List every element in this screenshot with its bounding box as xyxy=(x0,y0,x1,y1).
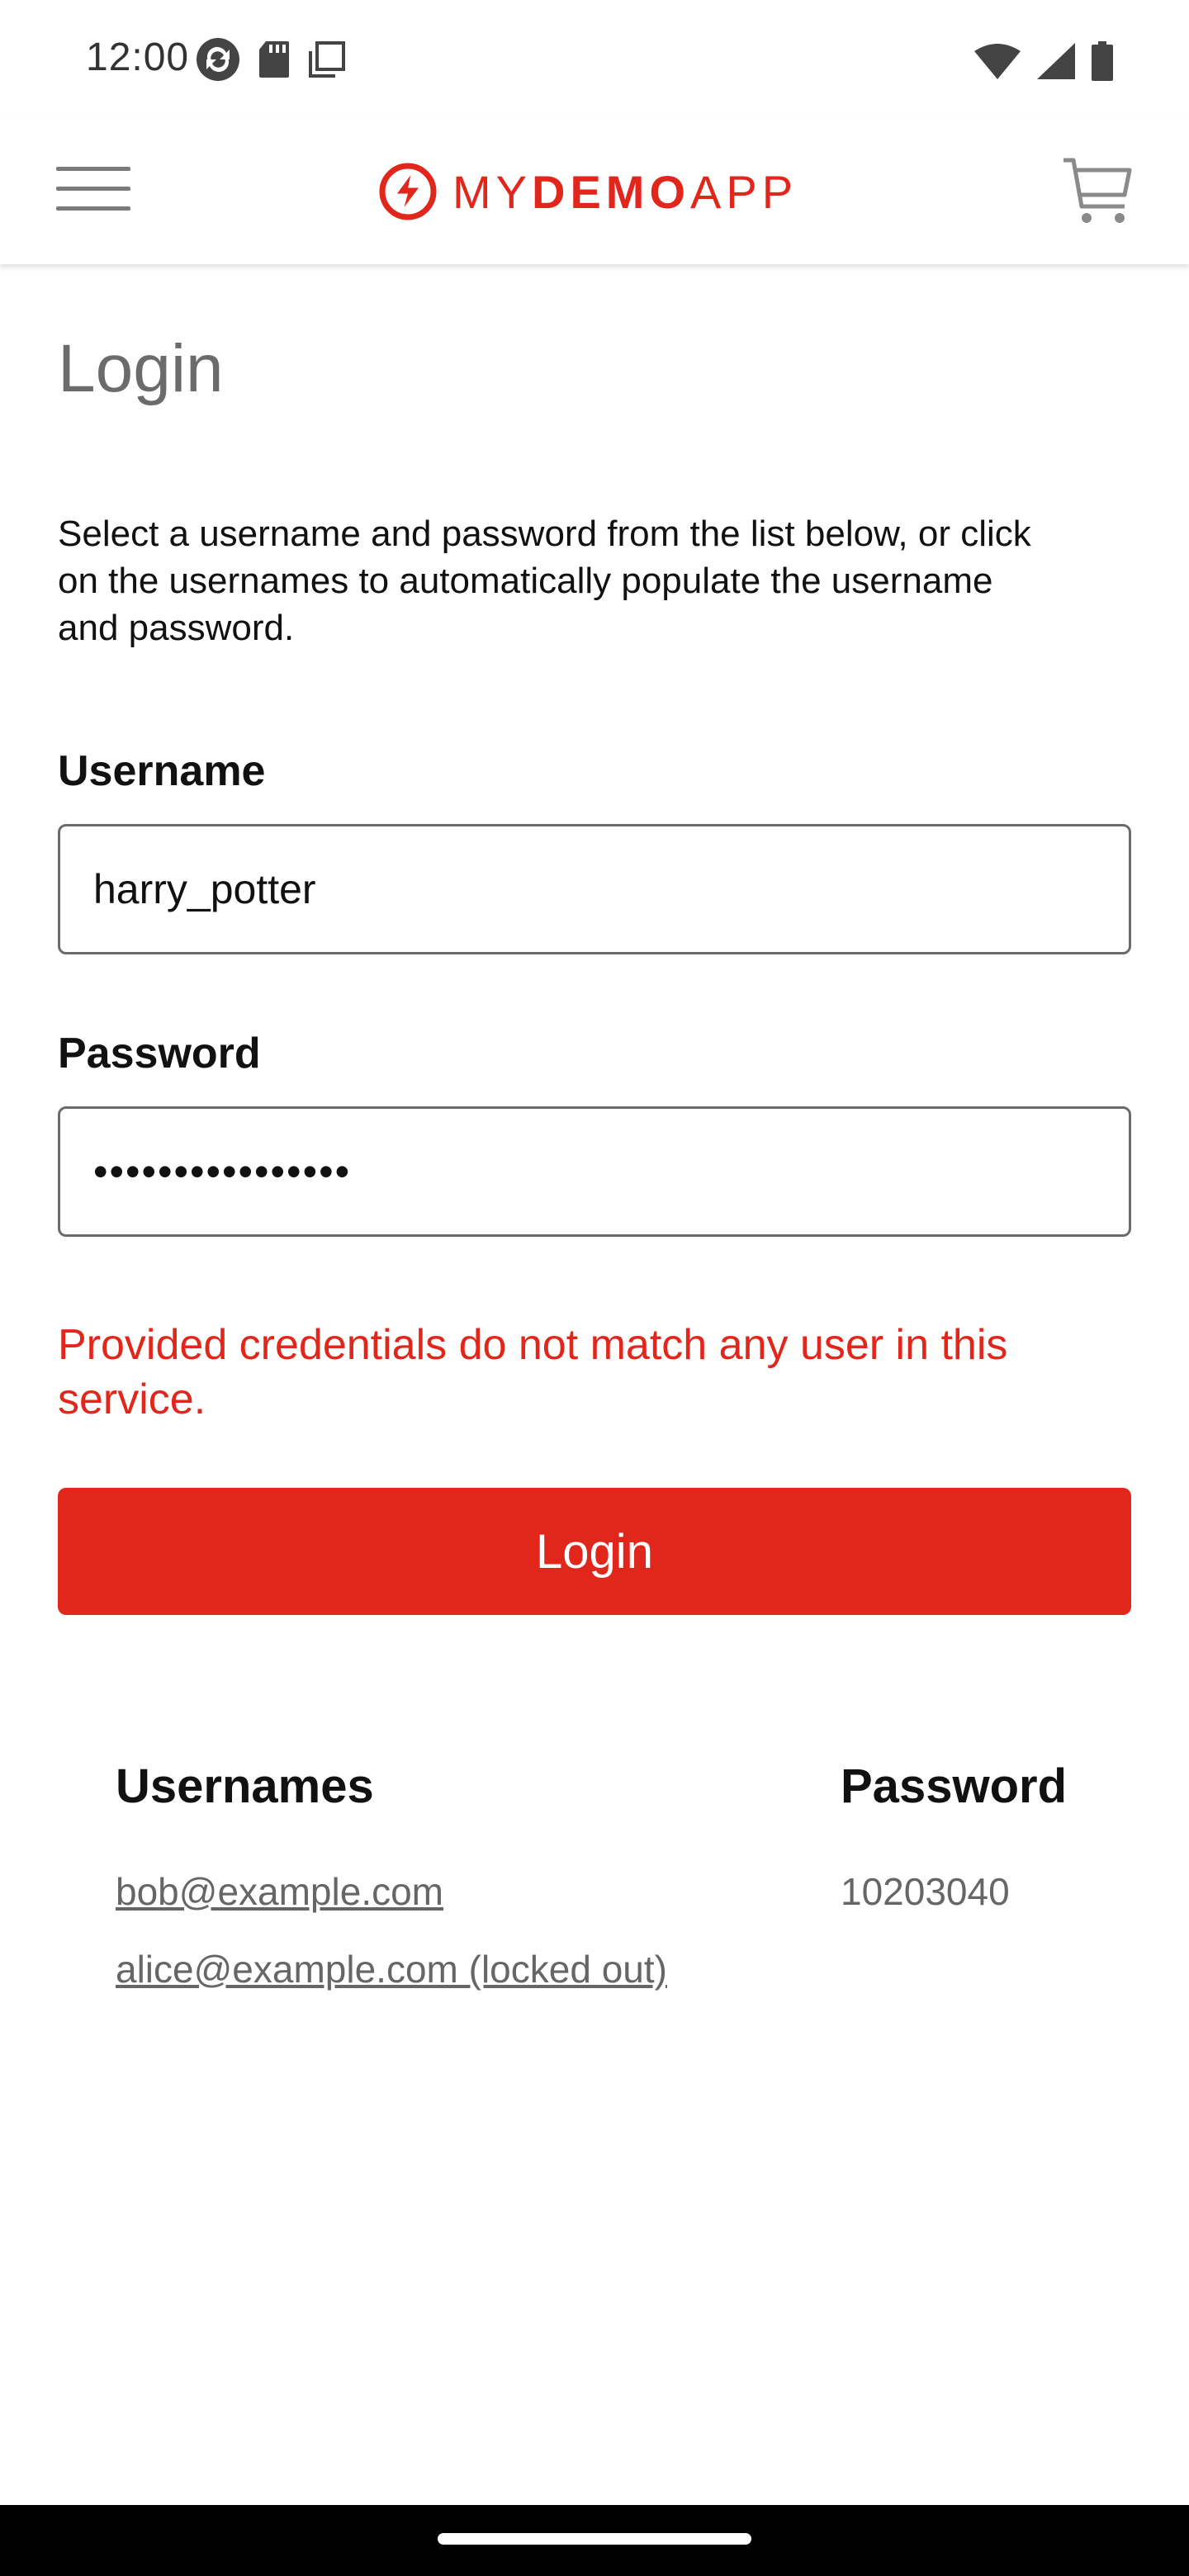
cellular-signal-icon xyxy=(1037,43,1075,79)
password-header: Password xyxy=(841,1759,1067,1813)
home-gesture-handle[interactable] xyxy=(438,2533,751,2545)
logo-text-my: MY xyxy=(452,165,532,218)
password-label: Password xyxy=(58,1030,261,1077)
battery-icon xyxy=(1092,41,1113,81)
error-message: Provided credentials do not match any us… xyxy=(58,1321,1008,1423)
cart-button[interactable] xyxy=(1060,155,1135,228)
screenshot-icon xyxy=(309,41,345,78)
status-bar: 12:00 xyxy=(0,0,1189,116)
app-logo: MYDEMOAPP xyxy=(378,162,798,221)
usernames-header: Usernames xyxy=(116,1759,374,1813)
status-right-icons xyxy=(974,40,1113,83)
wifi-icon xyxy=(974,44,1021,79)
page-title: Login xyxy=(58,331,224,406)
system-nav-bar xyxy=(0,2505,1189,2576)
logo-text: MYDEMOAPP xyxy=(452,165,798,219)
lightning-bolt-logo-icon xyxy=(379,163,437,220)
username-input[interactable] xyxy=(58,824,1131,954)
password-input[interactable] xyxy=(58,1106,1131,1237)
app-header: MYDEMOAPP xyxy=(0,116,1189,264)
password-value: 10203040 xyxy=(841,1870,1010,1913)
username-link-alice[interactable]: alice@example.com (locked out) xyxy=(116,1947,667,1991)
cart-icon xyxy=(1063,158,1132,223)
status-time: 12:00 xyxy=(86,36,190,79)
username-label: Username xyxy=(58,747,266,795)
sync-icon xyxy=(197,38,239,81)
sd-card-icon xyxy=(259,41,289,78)
logo-text-demo: DEMO xyxy=(532,165,690,218)
intro-text: Select a username and password from the … xyxy=(58,514,1031,648)
login-button[interactable]: Login xyxy=(58,1488,1131,1615)
logo-text-app: APP xyxy=(690,165,798,218)
status-left-icons xyxy=(195,36,347,83)
username-link-bob[interactable]: bob@example.com xyxy=(116,1869,443,1914)
menu-button[interactable] xyxy=(56,167,130,213)
